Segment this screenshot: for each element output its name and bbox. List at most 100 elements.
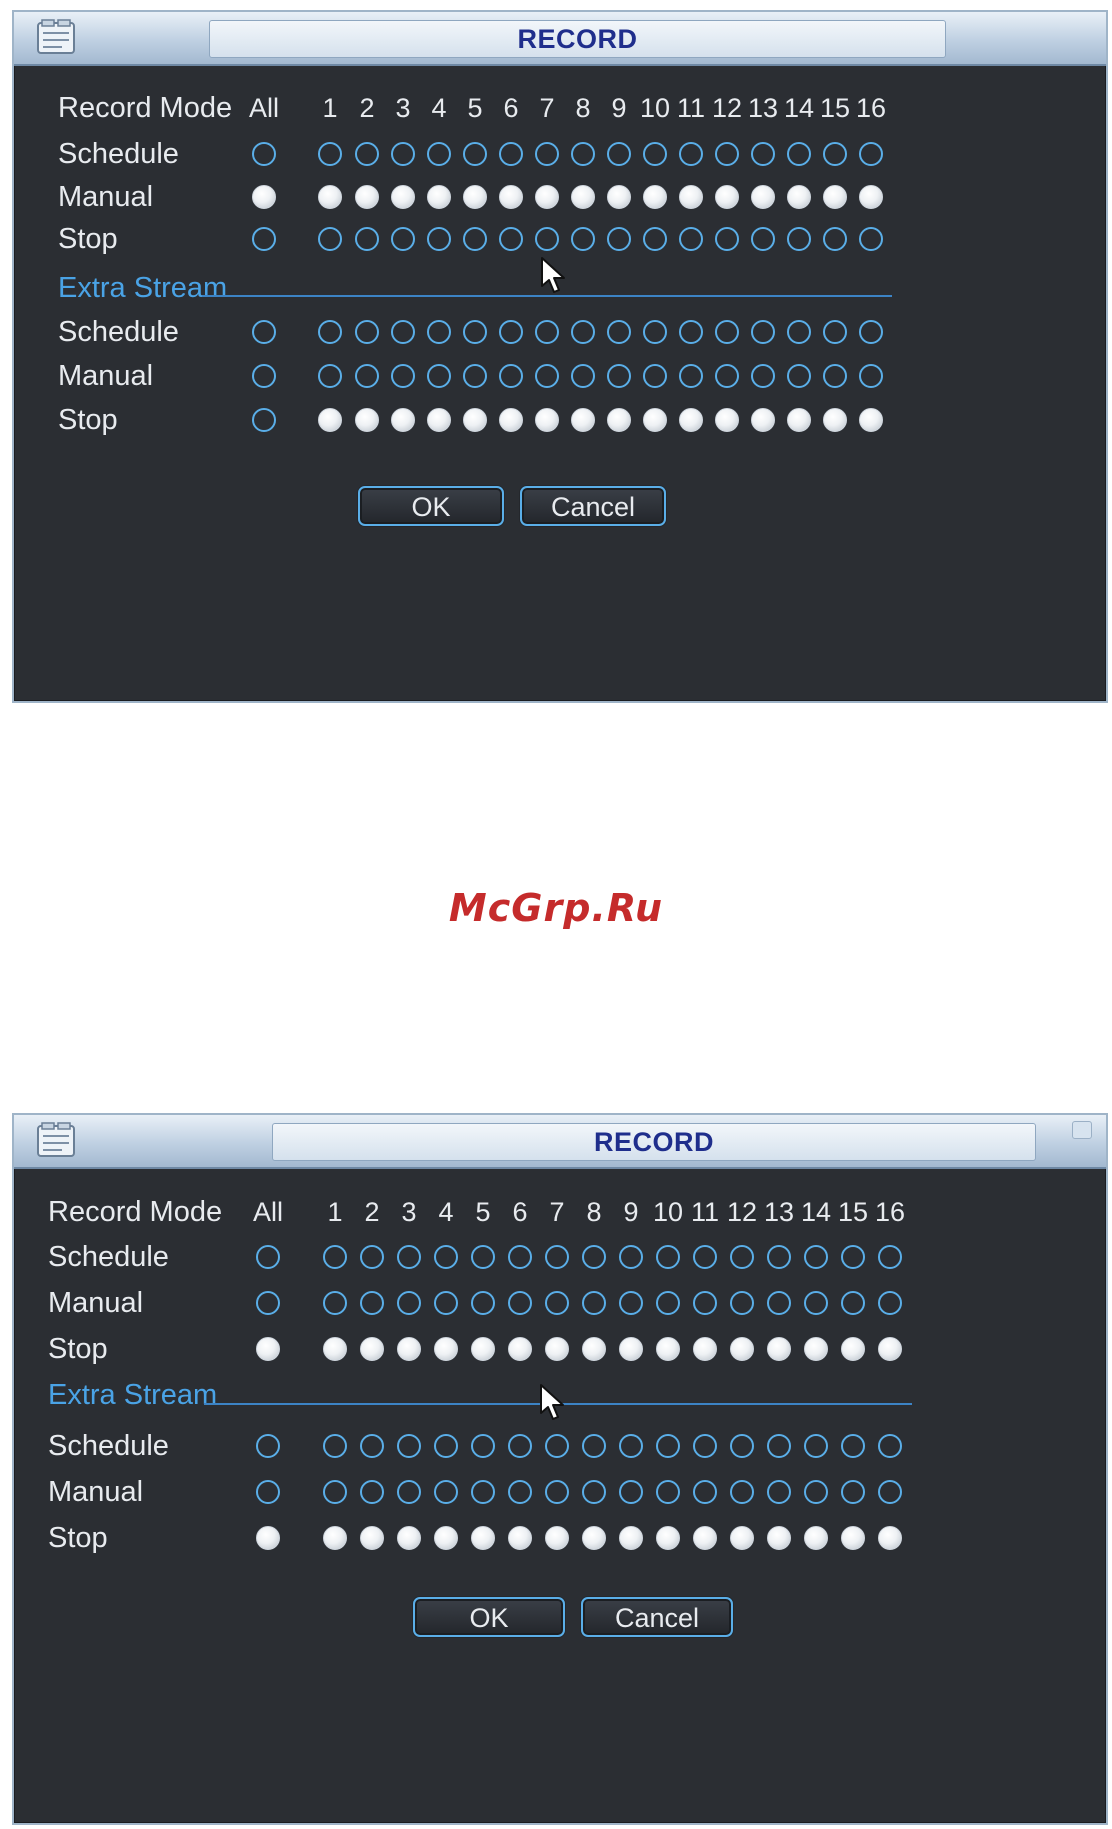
main-manual-ch11-radio[interactable] <box>679 185 703 209</box>
extra-manual-ch8-radio[interactable] <box>571 364 595 388</box>
cancel-button[interactable]: Cancel <box>581 1597 733 1637</box>
extra-stop-ch1-radio[interactable] <box>318 408 342 432</box>
extra-manual-ch11-radio[interactable] <box>693 1480 717 1504</box>
main-stop-ch5-radio[interactable] <box>471 1337 495 1361</box>
main-manual-ch12-radio[interactable] <box>730 1291 754 1315</box>
extra-manual-ch7-radio[interactable] <box>535 364 559 388</box>
extra-manual-ch1-radio[interactable] <box>323 1480 347 1504</box>
extra-schedule-ch10-radio[interactable] <box>656 1434 680 1458</box>
extra-stop-ch8-radio[interactable] <box>582 1526 606 1550</box>
extra-manual-ch3-radio[interactable] <box>391 364 415 388</box>
extra-manual-all-radio[interactable] <box>256 1480 280 1504</box>
extra-schedule-ch9-radio[interactable] <box>607 320 631 344</box>
main-manual-ch13-radio[interactable] <box>767 1291 791 1315</box>
extra-stop-ch13-radio[interactable] <box>767 1526 791 1550</box>
main-stop-ch3-radio[interactable] <box>397 1337 421 1361</box>
extra-schedule-ch8-radio[interactable] <box>571 320 595 344</box>
main-stop-ch4-radio[interactable] <box>434 1337 458 1361</box>
extra-stop-ch15-radio[interactable] <box>823 408 847 432</box>
main-stop-ch2-radio[interactable] <box>355 227 379 251</box>
main-stop-ch16-radio[interactable] <box>859 227 883 251</box>
extra-manual-ch7-radio[interactable] <box>545 1480 569 1504</box>
extra-stop-ch11-radio[interactable] <box>693 1526 717 1550</box>
main-manual-ch8-radio[interactable] <box>571 185 595 209</box>
extra-stop-ch7-radio[interactable] <box>535 408 559 432</box>
extra-stop-ch12-radio[interactable] <box>730 1526 754 1550</box>
main-manual-ch16-radio[interactable] <box>859 185 883 209</box>
main-schedule-all-radio[interactable] <box>252 142 276 166</box>
main-manual-ch3-radio[interactable] <box>391 185 415 209</box>
main-stop-ch6-radio[interactable] <box>499 227 523 251</box>
extra-stop-ch9-radio[interactable] <box>619 1526 643 1550</box>
extra-manual-ch10-radio[interactable] <box>643 364 667 388</box>
main-stop-ch8-radio[interactable] <box>571 227 595 251</box>
extra-stop-ch4-radio[interactable] <box>434 1526 458 1550</box>
extra-schedule-ch14-radio[interactable] <box>804 1434 828 1458</box>
main-manual-ch3-radio[interactable] <box>397 1291 421 1315</box>
extra-schedule-ch3-radio[interactable] <box>391 320 415 344</box>
main-manual-ch16-radio[interactable] <box>878 1291 902 1315</box>
extra-schedule-ch16-radio[interactable] <box>878 1434 902 1458</box>
main-stop-ch14-radio[interactable] <box>804 1337 828 1361</box>
extra-manual-ch13-radio[interactable] <box>767 1480 791 1504</box>
extra-stop-ch16-radio[interactable] <box>859 408 883 432</box>
main-manual-ch15-radio[interactable] <box>823 185 847 209</box>
main-schedule-all-radio[interactable] <box>256 1245 280 1269</box>
main-stop-ch2-radio[interactable] <box>360 1337 384 1361</box>
extra-manual-ch15-radio[interactable] <box>823 364 847 388</box>
main-manual-ch4-radio[interactable] <box>434 1291 458 1315</box>
extra-schedule-ch7-radio[interactable] <box>545 1434 569 1458</box>
main-schedule-ch4-radio[interactable] <box>427 142 451 166</box>
extra-schedule-ch2-radio[interactable] <box>360 1434 384 1458</box>
main-manual-ch13-radio[interactable] <box>751 185 775 209</box>
main-stop-ch1-radio[interactable] <box>323 1337 347 1361</box>
main-schedule-ch13-radio[interactable] <box>767 1245 791 1269</box>
extra-schedule-ch1-radio[interactable] <box>318 320 342 344</box>
extra-stop-ch6-radio[interactable] <box>508 1526 532 1550</box>
extra-stop-ch9-radio[interactable] <box>607 408 631 432</box>
main-schedule-ch11-radio[interactable] <box>693 1245 717 1269</box>
extra-schedule-ch6-radio[interactable] <box>499 320 523 344</box>
main-stop-ch15-radio[interactable] <box>841 1337 865 1361</box>
extra-manual-ch5-radio[interactable] <box>471 1480 495 1504</box>
extra-schedule-ch15-radio[interactable] <box>823 320 847 344</box>
extra-schedule-ch6-radio[interactable] <box>508 1434 532 1458</box>
main-stop-ch15-radio[interactable] <box>823 227 847 251</box>
main-schedule-ch14-radio[interactable] <box>787 142 811 166</box>
ok-button[interactable]: OK <box>413 1597 565 1637</box>
extra-stop-ch2-radio[interactable] <box>355 408 379 432</box>
main-manual-ch11-radio[interactable] <box>693 1291 717 1315</box>
main-stop-ch16-radio[interactable] <box>878 1337 902 1361</box>
extra-stop-ch6-radio[interactable] <box>499 408 523 432</box>
main-schedule-ch9-radio[interactable] <box>607 142 631 166</box>
cancel-button[interactable]: Cancel <box>520 486 666 526</box>
extra-manual-ch9-radio[interactable] <box>619 1480 643 1504</box>
main-manual-ch1-radio[interactable] <box>318 185 342 209</box>
extra-stop-ch4-radio[interactable] <box>427 408 451 432</box>
extra-manual-ch12-radio[interactable] <box>715 364 739 388</box>
main-stop-ch9-radio[interactable] <box>607 227 631 251</box>
main-manual-ch14-radio[interactable] <box>804 1291 828 1315</box>
main-schedule-ch15-radio[interactable] <box>823 142 847 166</box>
main-stop-ch1-radio[interactable] <box>318 227 342 251</box>
main-manual-ch7-radio[interactable] <box>545 1291 569 1315</box>
main-schedule-ch9-radio[interactable] <box>619 1245 643 1269</box>
main-stop-ch13-radio[interactable] <box>767 1337 791 1361</box>
extra-stop-ch2-radio[interactable] <box>360 1526 384 1550</box>
extra-manual-ch14-radio[interactable] <box>787 364 811 388</box>
window-control-icon[interactable] <box>1072 1121 1092 1139</box>
main-manual-ch7-radio[interactable] <box>535 185 559 209</box>
extra-stop-ch7-radio[interactable] <box>545 1526 569 1550</box>
extra-schedule-ch12-radio[interactable] <box>715 320 739 344</box>
extra-manual-ch12-radio[interactable] <box>730 1480 754 1504</box>
main-stop-ch4-radio[interactable] <box>427 227 451 251</box>
main-schedule-ch1-radio[interactable] <box>318 142 342 166</box>
main-schedule-ch12-radio[interactable] <box>730 1245 754 1269</box>
extra-schedule-ch10-radio[interactable] <box>643 320 667 344</box>
extra-stop-all-radio[interactable] <box>256 1526 280 1550</box>
extra-manual-ch9-radio[interactable] <box>607 364 631 388</box>
main-schedule-ch4-radio[interactable] <box>434 1245 458 1269</box>
extra-schedule-ch4-radio[interactable] <box>427 320 451 344</box>
extra-manual-ch16-radio[interactable] <box>878 1480 902 1504</box>
extra-manual-ch3-radio[interactable] <box>397 1480 421 1504</box>
